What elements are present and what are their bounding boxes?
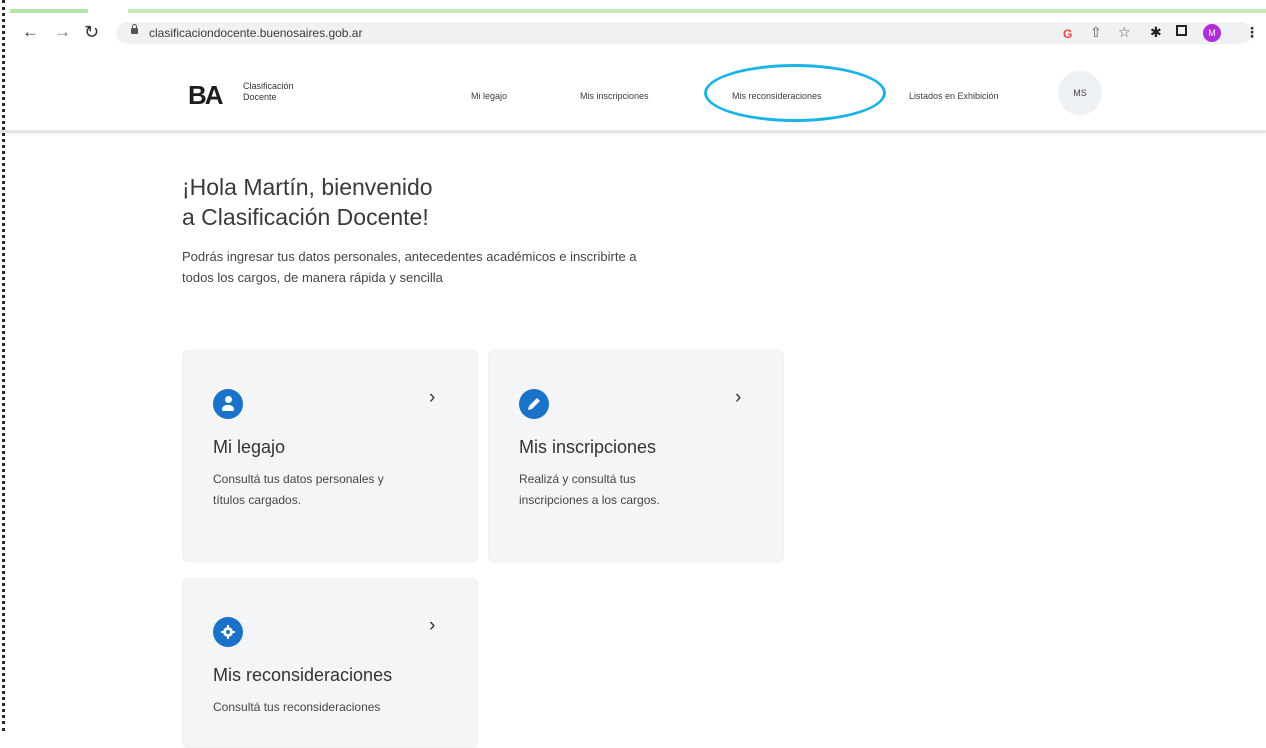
back-arrow-icon[interactable]: ← xyxy=(22,22,39,42)
chevron-right-icon[interactable]: › xyxy=(429,615,435,637)
card-title: Mi legajo xyxy=(213,437,286,457)
google-icon[interactable]: G xyxy=(1063,25,1072,43)
share-icon[interactable]: ⇧ xyxy=(1090,23,1102,41)
nav-mi-legajo[interactable]: Mi legajo xyxy=(471,91,507,101)
card-mi-legajo[interactable]: › Mi legajo Consultá tus datos personale… xyxy=(182,350,478,562)
active-tab-indicator[interactable] xyxy=(10,9,88,13)
side-panel-icon[interactable] xyxy=(1176,25,1187,36)
bookmark-star-icon[interactable]: ☆ xyxy=(1118,23,1131,41)
highlight-circle-annotation xyxy=(704,64,886,122)
card-description: Realizá y consultá tus inscripciones a l… xyxy=(519,472,660,507)
logo-line-1: Clasificación xyxy=(243,81,294,91)
card-mis-inscripciones[interactable]: › Mis inscripciones Realizá y consultá t… xyxy=(488,350,784,562)
forward-arrow-icon[interactable]: → xyxy=(54,22,71,42)
nav-mis-inscripciones[interactable]: Mis inscripciones xyxy=(580,91,649,101)
url-text[interactable]: clasificaciondocente.buenosaires.gob.ar xyxy=(149,26,362,40)
lock-icon[interactable] xyxy=(131,24,138,34)
address-bar[interactable]: clasificaciondocente.buenosaires.gob.ar xyxy=(116,22,1252,44)
kebab-menu-icon[interactable]: ⋮ xyxy=(1245,23,1259,41)
pencil-icon xyxy=(519,389,549,419)
tab-bar-background xyxy=(128,9,1266,13)
welcome-description: Podrás ingresar tus datos personales, an… xyxy=(182,249,637,285)
profile-avatar[interactable]: M xyxy=(1203,24,1221,42)
welcome-line-1: ¡Hola Martín, bienvenido xyxy=(182,174,433,200)
reload-icon[interactable]: ↻ xyxy=(84,22,99,42)
card-description: Consultá tus datos personales y títulos … xyxy=(213,472,384,507)
user-avatar[interactable]: MS xyxy=(1058,71,1102,115)
browser-toolbar: ← → ↻ clasificaciondocente.buenosaires.g… xyxy=(0,0,1266,53)
left-border xyxy=(2,0,5,731)
nav-listados-exhibicion[interactable]: Listados en Exhibición xyxy=(909,91,999,101)
card-title: Mis inscripciones xyxy=(519,437,657,457)
ba-logo[interactable]: BA xyxy=(188,82,224,108)
chevron-right-icon[interactable]: › xyxy=(735,387,741,409)
logo-text[interactable]: Clasificación Docente xyxy=(243,81,294,103)
welcome-line-2: a Clasificación Docente! xyxy=(182,204,429,230)
gear-icon xyxy=(213,617,243,647)
card-description: Consultá tus reconsideraciones xyxy=(213,700,381,714)
extensions-puzzle-icon[interactable]: ✱ xyxy=(1150,23,1162,41)
page-title: ¡Hola Martín, bienvenido a Clasificación… xyxy=(182,172,622,232)
logo-line-2: Docente xyxy=(243,92,277,102)
tab-strip xyxy=(0,0,1266,14)
card-title: Mis reconsideraciones xyxy=(213,665,393,685)
person-icon xyxy=(213,389,243,419)
site-header: BA Clasificación Docente Mi legajo Mis i… xyxy=(0,52,1266,133)
chevron-right-icon[interactable]: › xyxy=(429,387,435,409)
card-mis-reconsideraciones[interactable]: › Mis reconsideraciones Consultá tus rec… xyxy=(182,578,478,748)
